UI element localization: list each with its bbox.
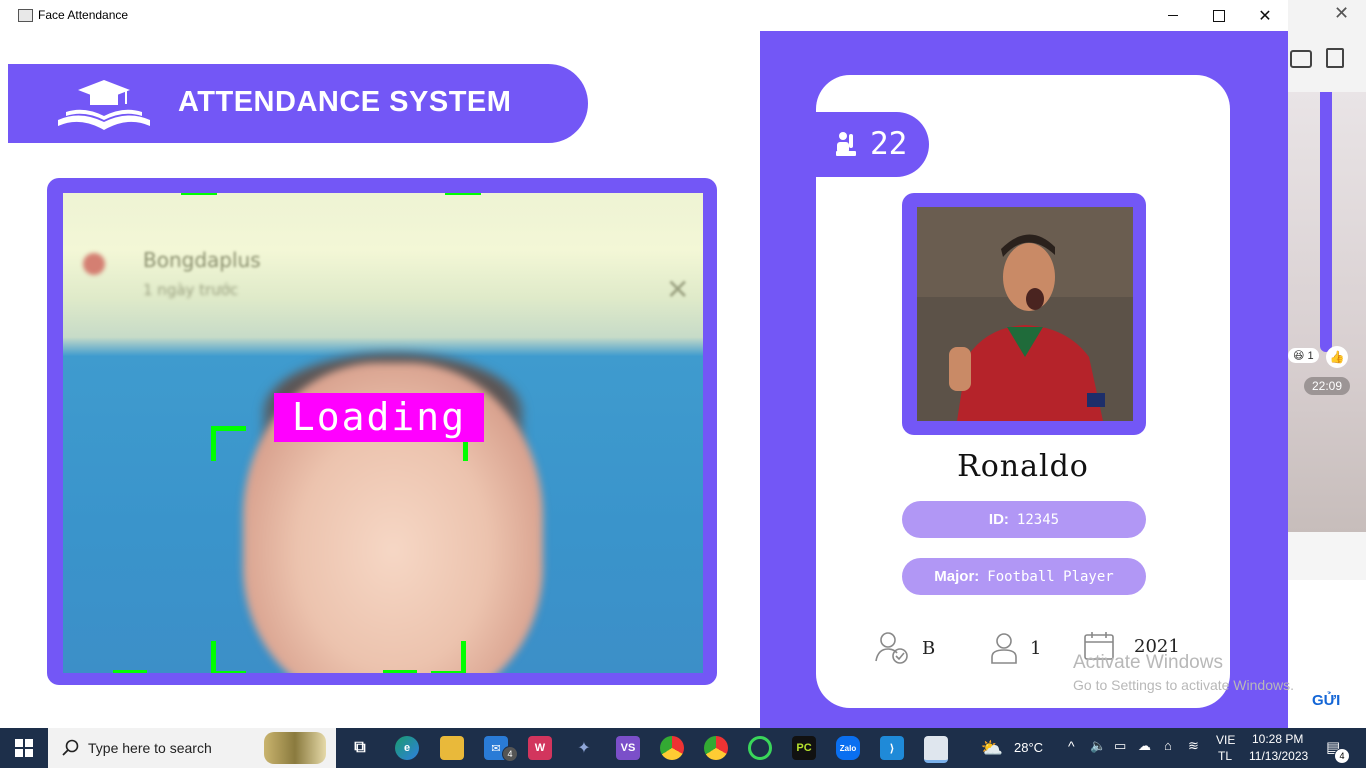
- search-highlight-icon: [264, 732, 326, 764]
- spinner-app-icon[interactable]: [748, 736, 772, 760]
- start-button[interactable]: [0, 728, 48, 768]
- total-attendance: 22: [870, 126, 908, 162]
- blurred-close-icon: ✕: [666, 274, 690, 305]
- taskbar: Type here to search ⧉ e ✉ 4 W ✦ VS PC Za…: [0, 728, 1366, 768]
- blurred-background-subtext: 1 ngày trước: [143, 281, 239, 299]
- reaction-badge[interactable]: 😆 1: [1288, 348, 1319, 363]
- major-value: Football Player: [987, 568, 1114, 585]
- send-button[interactable]: GỬI: [1312, 692, 1340, 709]
- webcam-feed: Bongdaplus 1 ngày trước ✕ Loading: [63, 193, 703, 673]
- face-box-corner: [211, 426, 246, 461]
- frame-corner: [113, 670, 147, 673]
- chrome-profile-icon[interactable]: [704, 736, 728, 760]
- frame-corner: [181, 193, 217, 201]
- person-raise-hand-icon: [834, 131, 858, 162]
- student-info-panel: 22 Ronaldo ID: 12345 Major: Football Pla…: [760, 31, 1288, 728]
- language-bottom[interactable]: TL: [1218, 749, 1232, 763]
- chrome-icon[interactable]: [660, 736, 684, 760]
- zalo-icon[interactable]: Zalo: [836, 736, 860, 760]
- activation-watermark-subtitle: Go to Settings to activate Windows.: [1073, 677, 1294, 693]
- loading-text: Loading: [291, 395, 467, 439]
- clock-time[interactable]: 10:28 PM: [1252, 732, 1303, 746]
- edge-icon[interactable]: e: [395, 736, 419, 760]
- student-card: 22 Ronaldo ID: 12345 Major: Football Pla…: [816, 75, 1230, 708]
- student-id-pill: ID: 12345: [902, 501, 1146, 538]
- maximize-button[interactable]: [1196, 0, 1242, 31]
- like-icon[interactable]: 👍: [1326, 346, 1348, 368]
- face-box-corner: [211, 641, 246, 673]
- vscode-icon[interactable]: ⟩: [880, 736, 904, 760]
- side-panel-icon[interactable]: [1326, 48, 1344, 68]
- page-title: ATTENDANCE SYSTEM: [178, 86, 512, 118]
- speaker-icon[interactable]: 🔈: [1090, 738, 1106, 754]
- mail-badge: 4: [502, 746, 518, 762]
- task-view-icon[interactable]: ⧉: [348, 736, 372, 760]
- standing-value: B: [922, 637, 936, 659]
- student-photo-frame: [902, 193, 1146, 435]
- file-explorer-icon[interactable]: [440, 736, 464, 760]
- weather-icon[interactable]: ⛅: [980, 736, 1004, 760]
- background-chat-app: ✕ 😆 1 👍 22:09 GỬI: [1282, 0, 1366, 728]
- app-icon: [18, 9, 33, 22]
- year-stat: 1: [990, 631, 1041, 665]
- loading-label: Loading: [274, 393, 484, 442]
- language-top[interactable]: VIE: [1216, 733, 1235, 747]
- window-title: Face Attendance: [38, 8, 129, 22]
- weather-temp[interactable]: 28°C: [1014, 740, 1043, 755]
- chevron-up-icon[interactable]: ^: [1068, 738, 1075, 754]
- minimize-button[interactable]: [1150, 0, 1196, 31]
- student-photo: [917, 207, 1133, 421]
- face-attendance-window: Face Attendance ✕ ATTENDANCE SYSTEM Bong…: [8, 0, 1288, 728]
- video-call-icon[interactable]: [1290, 50, 1312, 68]
- frame-corner: [383, 670, 417, 673]
- student-major-pill: Major: Football Player: [902, 558, 1146, 595]
- face-attendance-taskbar-icon[interactable]: [924, 736, 948, 763]
- user-icon: [991, 633, 1017, 664]
- windows-logo-icon: [15, 739, 33, 757]
- clock-date[interactable]: 11/13/2023: [1249, 749, 1308, 763]
- anaconda-icon[interactable]: ✦: [572, 736, 596, 760]
- activation-watermark-title: Activate Windows: [1073, 652, 1223, 673]
- cloud-sync-icon[interactable]: ☁: [1138, 738, 1151, 754]
- frame-corner: [445, 193, 481, 201]
- camera-frame: Bongdaplus 1 ngày trước ✕ Loading: [47, 178, 717, 685]
- visual-studio-icon[interactable]: VS: [616, 736, 640, 760]
- mouse-icon[interactable]: ⌂: [1164, 738, 1172, 753]
- attendance-count-badge: 22: [816, 112, 929, 177]
- face-box-corner: [431, 641, 466, 673]
- close-button[interactable]: ✕: [1242, 0, 1288, 31]
- blurred-background-text: Bongdaplus: [143, 248, 261, 272]
- user-check-icon: [875, 632, 908, 664]
- wps-office-icon[interactable]: W: [528, 736, 552, 760]
- background-app-toolbar: [1282, 0, 1366, 92]
- id-label: ID:: [988, 511, 1009, 528]
- search-icon: [62, 739, 79, 756]
- major-label: Major:: [934, 568, 980, 585]
- notification-badge: 4: [1334, 748, 1350, 764]
- title-bar: Face Attendance ✕: [8, 0, 1288, 31]
- search-placeholder: Type here to search: [88, 740, 212, 756]
- student-name: Ronaldo: [957, 449, 1089, 484]
- year-value: 1: [1030, 637, 1042, 659]
- standing-stat: B: [874, 631, 935, 665]
- id-value: 12345: [1016, 511, 1060, 528]
- close-icon[interactable]: ✕: [1334, 3, 1349, 24]
- pycharm-icon[interactable]: PC: [792, 736, 816, 760]
- taskbar-search[interactable]: Type here to search: [48, 728, 336, 768]
- header-banner: ATTENDANCE SYSTEM: [8, 64, 588, 143]
- wifi-icon[interactable]: ≋: [1188, 738, 1199, 754]
- graduation-book-icon: [52, 76, 156, 139]
- meet-now-icon[interactable]: ▭: [1114, 738, 1126, 754]
- blurred-avatar: [83, 253, 105, 275]
- message-time: 22:09: [1304, 377, 1351, 395]
- chat-bubble: [1320, 92, 1332, 352]
